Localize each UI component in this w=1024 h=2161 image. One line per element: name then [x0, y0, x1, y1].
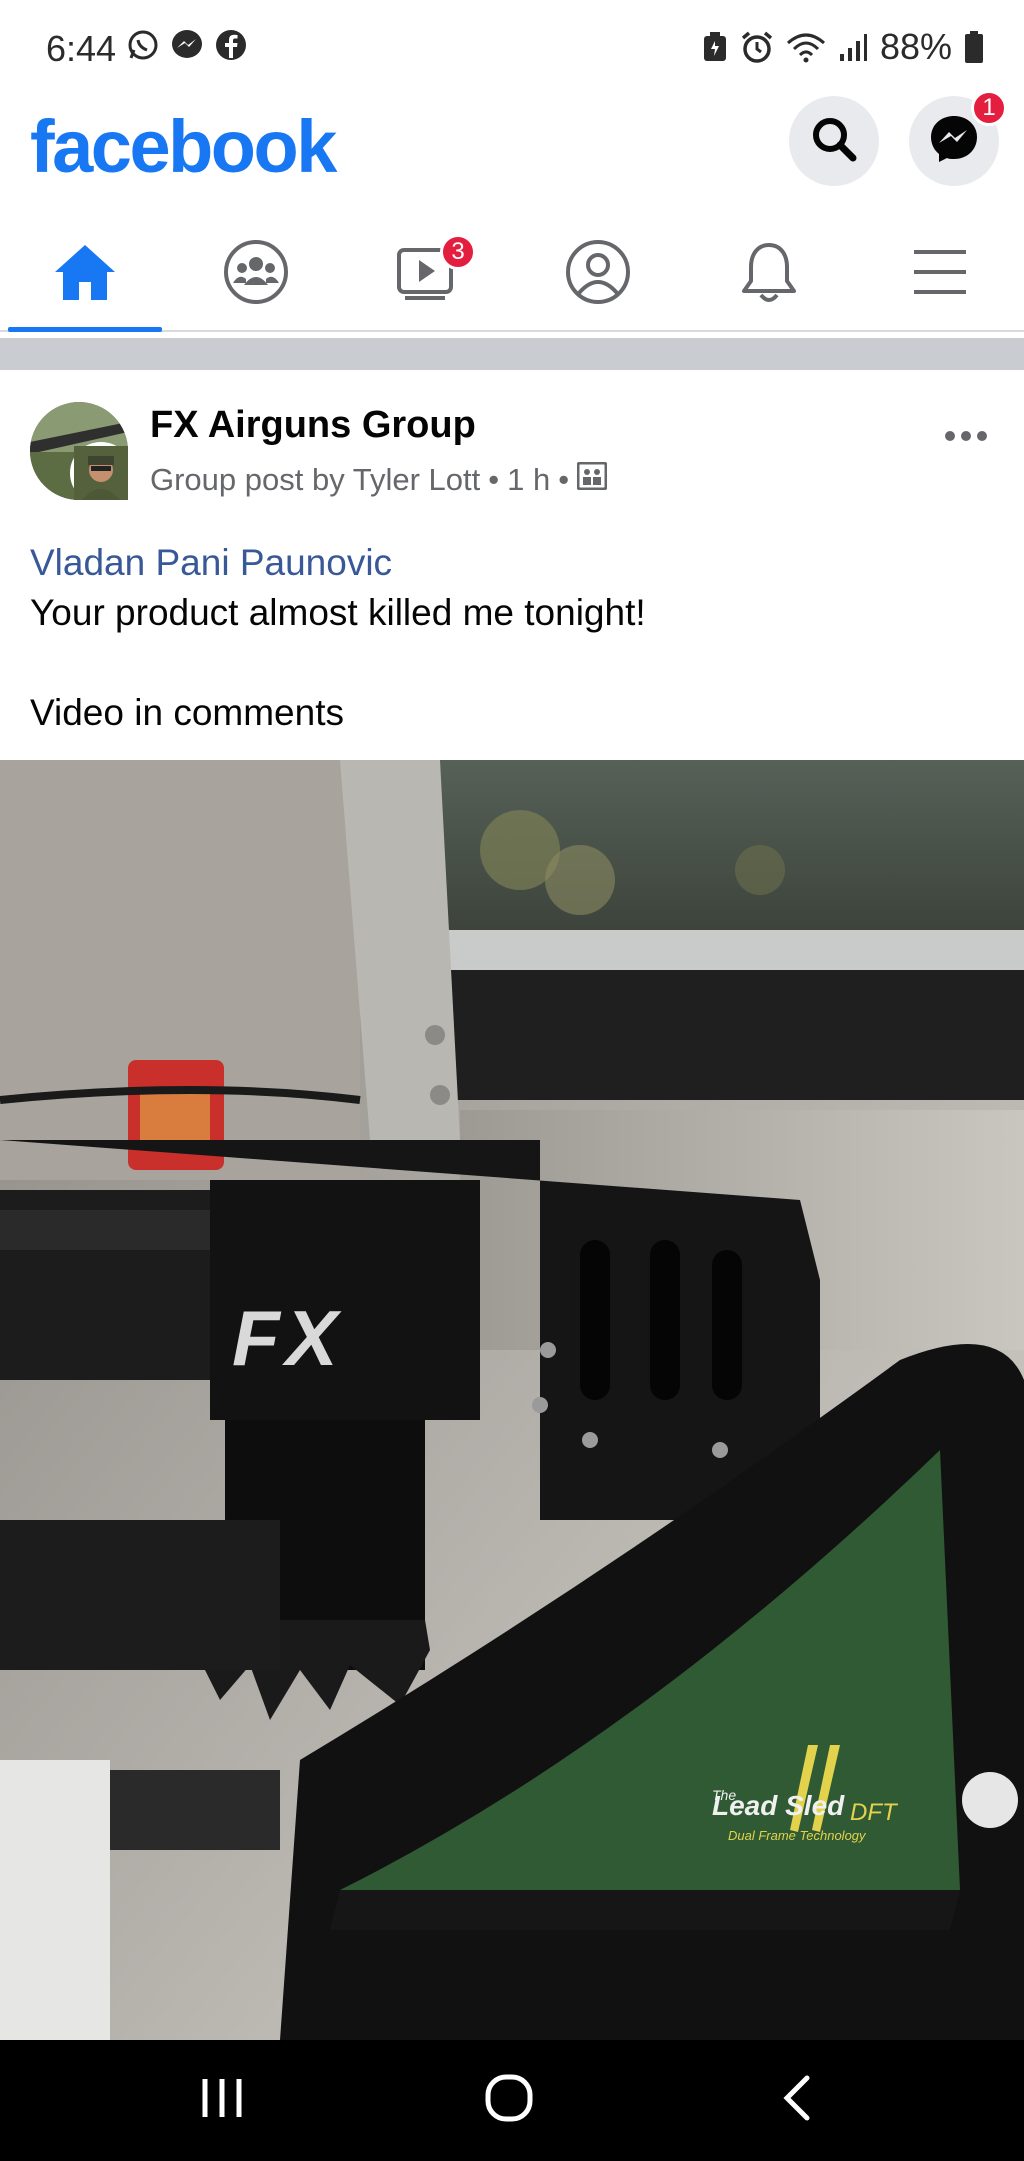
- watch-badge: 3: [440, 234, 476, 270]
- poster-avatar[interactable]: [70, 442, 132, 504]
- post-header: FX Airguns Group Group post by Tyler Lot…: [0, 370, 1024, 520]
- tab-profile[interactable]: [513, 216, 683, 332]
- home-icon: [53, 242, 117, 307]
- menu-icon: [912, 248, 968, 301]
- status-time: 6:44: [46, 28, 117, 69]
- post-time[interactable]: 1 h: [507, 462, 550, 498]
- post-body: Vladan Pani Paunovic Your product almost…: [30, 538, 990, 738]
- post-line: Your product almost killed me tonight!: [30, 592, 646, 633]
- groups-icon: [223, 239, 289, 310]
- messenger-badge: 1: [971, 90, 1007, 126]
- notification-icons: [126, 28, 248, 62]
- status-bar: 6:44 88%: [0, 0, 1024, 96]
- alarm-icon: [740, 30, 774, 64]
- main-nav: 3: [0, 216, 1024, 332]
- lead-sled-logo: Lead Sled: [712, 1790, 845, 1821]
- meta-separator: •: [488, 462, 500, 497]
- wifi-icon: [786, 31, 826, 63]
- meta-separator: •: [558, 462, 570, 497]
- back-button[interactable]: [756, 2070, 836, 2130]
- profile-icon: [565, 239, 631, 310]
- search-button[interactable]: [789, 96, 879, 186]
- system-icons: 88%: [702, 26, 984, 68]
- messenger-icon: [170, 28, 204, 62]
- whatsapp-icon: [126, 28, 160, 62]
- lead-sled-dft: DFT: [850, 1799, 899, 1826]
- messenger-button[interactable]: 1: [909, 90, 1007, 186]
- tab-home[interactable]: [0, 216, 170, 332]
- tab-watch[interactable]: 3: [342, 216, 512, 332]
- post-meta: Group post by Tyler Lott • 1 h •: [150, 461, 608, 498]
- post-line: Video in comments: [30, 692, 344, 733]
- recents-icon: [199, 2077, 245, 2124]
- facebook-logo[interactable]: facebook: [30, 104, 337, 189]
- active-tab-indicator: [8, 327, 162, 332]
- post-photo[interactable]: FX The Lead Sled DFT Dual Frame Technolo…: [0, 760, 1024, 2040]
- facebook-icon: [214, 28, 248, 62]
- post-author-line[interactable]: Group post by Tyler Lott: [150, 462, 480, 498]
- mentioned-user[interactable]: Vladan Pani Paunovic: [30, 538, 990, 588]
- private-group-icon: [576, 461, 608, 498]
- home-circle-icon: [484, 2073, 534, 2128]
- more-icon: [944, 403, 988, 452]
- app-header: facebook 1: [0, 90, 1024, 216]
- fx-logo: FX: [232, 1294, 344, 1382]
- battery-saver-icon: [702, 31, 728, 63]
- battery-percent: 88%: [879, 26, 952, 67]
- tab-notifications[interactable]: [684, 216, 854, 332]
- feed-divider: [0, 338, 1024, 370]
- back-icon: [779, 2074, 813, 2127]
- home-nav-button[interactable]: [469, 2070, 549, 2130]
- recents-button[interactable]: [182, 2070, 262, 2130]
- battery-icon: [964, 30, 984, 64]
- more-options-button[interactable]: [944, 406, 988, 450]
- lead-sled-tagline: Dual Frame Technology: [728, 1828, 867, 1843]
- system-nav-bar: [0, 2040, 1024, 2161]
- search-icon: [809, 114, 859, 169]
- tab-groups[interactable]: [171, 216, 341, 332]
- group-name[interactable]: FX Airguns Group: [150, 404, 476, 447]
- signal-icon: [838, 32, 868, 62]
- tab-menu[interactable]: [855, 216, 1024, 332]
- messenger-icon: [927, 112, 981, 171]
- bell-icon: [739, 239, 799, 310]
- photo-illustration: FX The Lead Sled DFT Dual Frame Technolo…: [0, 760, 1024, 2040]
